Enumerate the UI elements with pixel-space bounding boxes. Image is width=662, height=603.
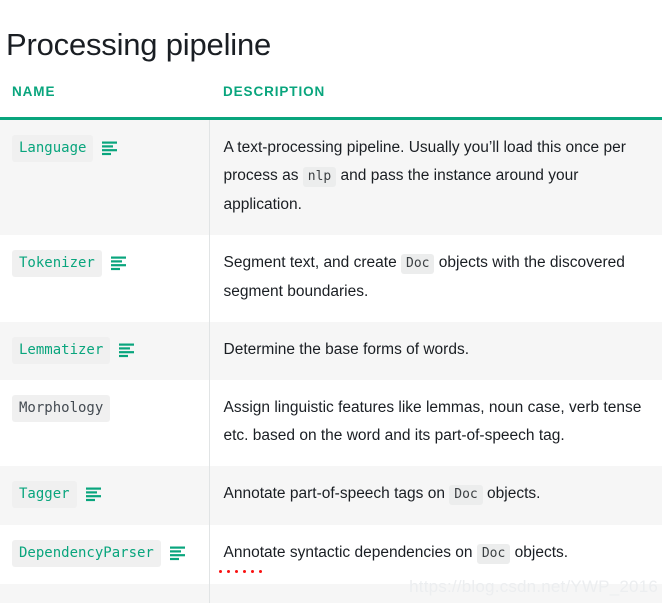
name-wrapper[interactable]: Tagger	[12, 481, 101, 508]
description-text: Determine the base forms of words.	[223, 341, 470, 358]
inline-code: Doc	[401, 254, 435, 274]
cell-name	[0, 584, 209, 603]
description-text: objects.	[510, 544, 569, 561]
cell-description: A text-processing pipeline. Usually you’…	[208, 118, 662, 235]
lines-icon	[85, 487, 101, 502]
cell-description	[208, 584, 662, 603]
page-title: Processing pipeline	[6, 26, 272, 62]
table-row: Morphology Assign linguistic features lik…	[0, 380, 662, 466]
table-header: NAME DESCRIPTION	[0, 84, 662, 120]
description-text: Segment text, and create	[223, 254, 401, 271]
cell-description: Annotate syntactic dependencies on Doc o…	[208, 525, 662, 584]
cell-name: Language	[0, 119, 209, 236]
api-link-tokenizer[interactable]: Tokenizer	[12, 250, 102, 277]
name-wrapper[interactable]: Language	[12, 135, 118, 162]
api-link-language[interactable]: Language	[12, 135, 94, 162]
column-header-description: DESCRIPTION	[209, 84, 662, 120]
description-text: Assign linguistic features like lemmas, …	[223, 399, 642, 444]
column-header-name: NAME	[0, 84, 209, 120]
lines-icon	[102, 141, 118, 156]
cell-description: Annotate part-of-speech tags on Doc obje…	[208, 466, 662, 525]
cell-description: Determine the base forms of words.	[208, 322, 662, 380]
lines-icon	[169, 546, 185, 561]
table-row: Tagger Annotate part-of-speech tags on Do…	[0, 466, 662, 525]
api-link-dependencyparser[interactable]: DependencyParser	[12, 540, 161, 567]
table-body: Language A text-processing pipeline. Usua…	[0, 118, 662, 603]
api-name-morphology: Morphology	[12, 395, 111, 422]
lines-icon	[119, 343, 135, 358]
table-row	[0, 584, 662, 603]
inline-code: nlp	[302, 167, 337, 187]
inline-code: Doc	[449, 485, 483, 505]
inline-code: Doc	[476, 544, 511, 564]
description-text: Annotate part-of-speech tags on	[223, 485, 450, 502]
table-row: Lemmatizer Determine the base forms of wo…	[0, 322, 662, 380]
red-dot	[243, 570, 246, 573]
cell-name: DependencyParser	[0, 525, 209, 584]
page-root: Processing pipeline NAME DESCRIPTION Lan…	[0, 0, 662, 603]
red-dot	[227, 570, 230, 573]
name-wrapper[interactable]: Lemmatizer	[12, 337, 135, 364]
description-text: objects.	[482, 485, 541, 502]
api-link-lemmatizer[interactable]: Lemmatizer	[12, 337, 111, 364]
red-dot	[259, 570, 262, 573]
red-dot	[235, 570, 238, 573]
table-row: Language A text-processing pipeline. Usua…	[0, 118, 662, 236]
table-header-row: NAME DESCRIPTION	[0, 84, 662, 120]
name-wrapper: Morphology	[12, 395, 111, 422]
lines-icon	[110, 256, 126, 271]
cell-description: Segment text, and create Doc objects wit…	[208, 235, 662, 322]
red-dot	[251, 570, 254, 573]
name-wrapper[interactable]: Tokenizer	[12, 250, 126, 277]
cell-name: Lemmatizer	[0, 322, 209, 380]
table-row: Tokenizer Segment text, and create Doc ob…	[0, 235, 662, 322]
cell-name: Tagger	[0, 466, 209, 525]
cell-description: Assign linguistic features like lemmas, …	[208, 380, 662, 466]
red-dots-ornament	[219, 570, 262, 573]
table-row: DependencyParser Annotate syntactic depen…	[0, 525, 662, 584]
api-link-tagger[interactable]: Tagger	[12, 481, 77, 508]
description-text: Annotate syntactic dependencies on	[223, 544, 477, 561]
cell-name: Morphology	[0, 380, 209, 466]
red-dot	[219, 570, 222, 573]
processing-pipeline-table: NAME DESCRIPTION Language A text-processi…	[0, 84, 662, 603]
name-wrapper[interactable]: DependencyParser	[12, 540, 185, 567]
cell-name: Tokenizer	[0, 235, 209, 322]
